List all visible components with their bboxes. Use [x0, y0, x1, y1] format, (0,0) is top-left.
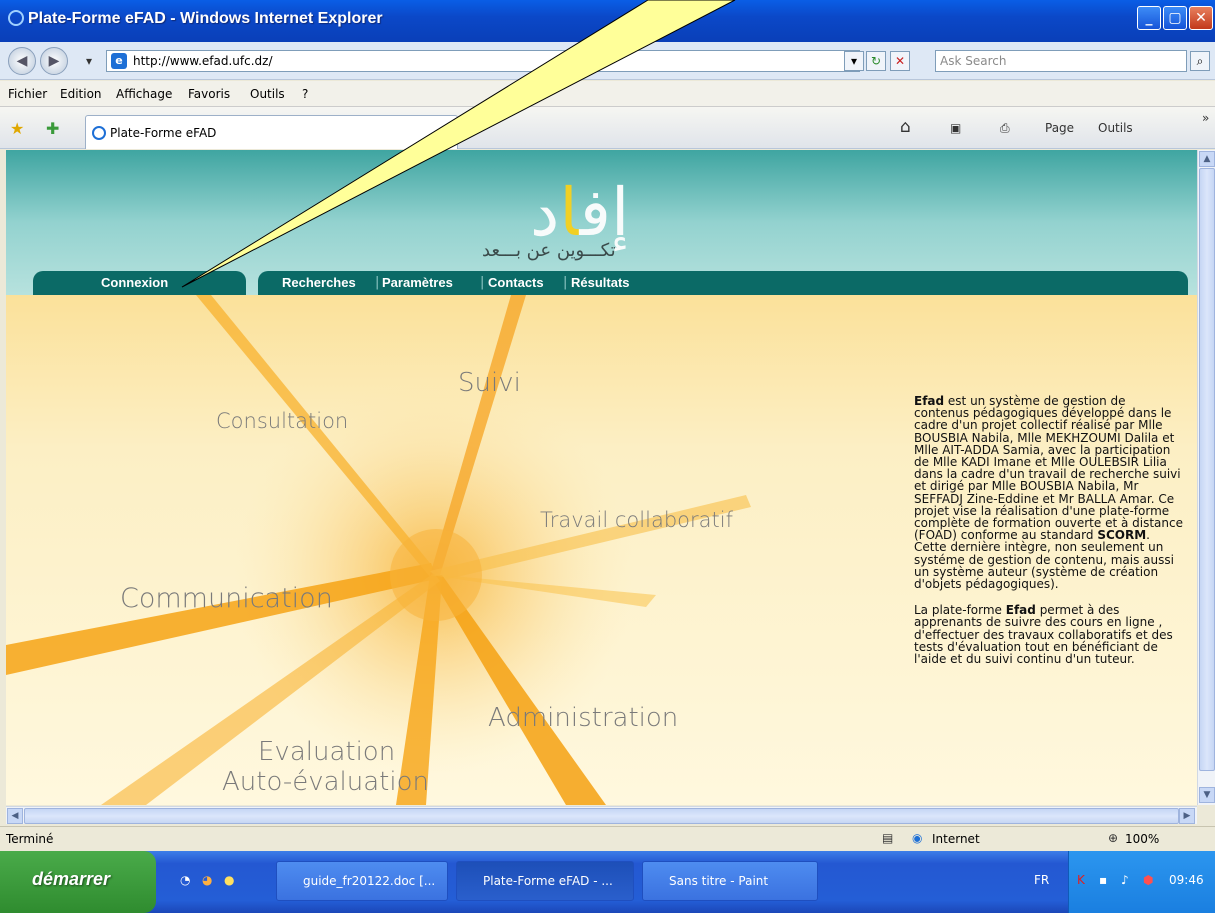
page-menu-button[interactable]: Page	[1045, 121, 1074, 135]
nav-parametres[interactable]: Paramètres	[382, 275, 453, 290]
page-body: Suivi Consultation Travail collaboratif …	[6, 295, 1197, 805]
quicklaunch-firefox-icon[interactable]: ◕	[202, 873, 212, 887]
status-text: Terminé	[6, 832, 54, 846]
nav-separator: |	[480, 275, 485, 290]
taskbar-paint[interactable]: Sans titre - Paint	[642, 861, 818, 901]
search-input[interactable]: Ask Search	[935, 50, 1187, 72]
zoom-icon: ⊕	[1108, 831, 1119, 845]
close-button[interactable]: ✕	[1189, 6, 1213, 30]
feeds-icon[interactable]: ▣	[950, 121, 961, 135]
quicklaunch-media-icon[interactable]: ●	[224, 873, 234, 887]
window-title: Plate-Forme eFAD - Windows Internet Expl…	[28, 10, 383, 27]
scroll-left-icon[interactable]: ◀	[7, 808, 23, 824]
print-icon[interactable]: ⎙	[1000, 121, 1010, 136]
title-bar: Plate-Forme eFAD - Windows Internet Expl…	[0, 0, 1215, 42]
description: Efad est un système de gestion de conten…	[914, 395, 1184, 679]
description-paragraph-1: Efad est un système de gestion de conten…	[914, 395, 1184, 590]
zone-label: Internet	[932, 832, 980, 846]
history-dropdown-icon[interactable]: ▾	[86, 54, 92, 68]
url-field[interactable]: e http://www.efad.ufc.dz/	[106, 50, 860, 72]
menu-edition[interactable]: Edition	[60, 87, 102, 101]
back-button[interactable]: ◀	[8, 47, 36, 75]
vertical-scrollbar[interactable]: ▲ ▼	[1197, 150, 1215, 805]
nav-left-bar: Connexion	[33, 271, 246, 295]
antivirus-icon[interactable]: K	[1077, 873, 1085, 887]
add-favorites-icon[interactable]: ✚	[46, 119, 59, 138]
url-text: http://www.efad.ufc.dz/	[133, 54, 273, 68]
volume-icon[interactable]: ♪	[1121, 873, 1129, 887]
home-icon[interactable]: ⌂	[900, 117, 911, 137]
nav-connexion[interactable]: Connexion	[101, 275, 168, 290]
logo-subtitle: تكـــوين عن بـــعد	[482, 240, 616, 261]
page-icon: e	[111, 53, 127, 69]
site-header: ﺇﻓﺎﺩ تكـــوين عن بـــعد Connexion Recher…	[6, 150, 1197, 295]
horizontal-scrollbar[interactable]: ◀ ▶	[6, 806, 1197, 824]
menu-help[interactable]: ?	[302, 87, 308, 101]
minimize-button[interactable]: _	[1137, 6, 1161, 30]
nav-right-bar: Recherches | Paramètres | Contacts | Rés…	[258, 271, 1188, 295]
desc1-text: est un système de gestion de contenus pé…	[914, 394, 1183, 543]
start-button[interactable]: démarrer	[0, 851, 156, 913]
label-auto-evaluation: Auto-évaluation	[222, 767, 429, 797]
forward-button[interactable]: ▶	[40, 47, 68, 75]
menu-favoris[interactable]: Favoris	[188, 87, 230, 101]
start-label: démarrer	[32, 869, 111, 889]
taskbar-ie[interactable]: Plate-Forme eFAD - ...	[456, 861, 634, 901]
label-communication: Communication	[120, 583, 333, 614]
nav-recherches[interactable]: Recherches	[282, 275, 356, 290]
scroll-down-icon[interactable]: ▼	[1199, 787, 1215, 803]
label-consultation: Consultation	[216, 409, 349, 433]
maximize-button[interactable]: ▢	[1163, 6, 1187, 30]
nav-resultats[interactable]: Résultats	[571, 275, 630, 290]
tab-title: Plate-Forme eFAD	[110, 126, 217, 140]
label-travail-collaboratif: Travail collaboratif	[540, 508, 733, 532]
clock: 09:46	[1169, 873, 1204, 887]
horizontal-scroll-thumb[interactable]	[24, 808, 1179, 824]
taskbar: démarrer ◔ ◕ ● guide_fr20122.doc [... Pl…	[0, 851, 1215, 913]
taskbar-guide-doc[interactable]: guide_fr20122.doc [...	[276, 861, 448, 901]
status-bar: Terminé ▤ ◉ Internet ⊕ 100%	[0, 826, 1215, 851]
tab-plate-forme-efad[interactable]: Plate-Forme eFAD	[85, 115, 458, 149]
system-tray: K ▪ ♪ ⬢ 09:46	[1068, 851, 1215, 913]
url-dropdown-button[interactable]: ▾	[844, 51, 864, 71]
address-bar: ◀ ▶ ▾ e http://www.efad.ufc.dz/ ▾ ↻ ✕ As…	[0, 42, 1215, 80]
menu-fichier[interactable]: Fichier	[8, 87, 47, 101]
menu-affichage[interactable]: Affichage	[116, 87, 172, 101]
security-icon[interactable]: ▤	[882, 831, 893, 845]
nav-separator: |	[563, 275, 568, 290]
rays-illustration	[6, 295, 751, 805]
description-paragraph-2: La plate-forme Efad permet à des apprena…	[914, 604, 1184, 665]
menu-bar: Fichier Edition Affichage Favoris Outils…	[0, 81, 1215, 107]
globe-icon: ◉	[912, 831, 923, 845]
more-chevron-icon[interactable]: »	[1202, 111, 1209, 125]
quicklaunch-ie-icon[interactable]: ◔	[180, 873, 190, 887]
label-administration: Administration	[488, 703, 679, 733]
tab-page-icon	[92, 126, 106, 140]
vertical-scroll-thumb[interactable]	[1199, 168, 1215, 771]
sun-core	[390, 529, 482, 621]
search-icon[interactable]: ⌕	[1190, 51, 1210, 71]
language-indicator[interactable]: FR	[1034, 873, 1049, 887]
tools-menu-button[interactable]: Outils	[1098, 121, 1133, 135]
label-evaluation: Evaluation	[258, 737, 396, 767]
menu-outils[interactable]: Outils	[250, 87, 285, 101]
scroll-right-icon[interactable]: ▶	[1179, 808, 1195, 824]
ie-window: Plate-Forme eFAD - Windows Internet Expl…	[0, 0, 1215, 913]
nav-separator: |	[375, 275, 380, 290]
refresh-button[interactable]: ↻	[866, 51, 886, 71]
ie-logo-icon	[8, 10, 24, 26]
page-content: ﺇﻓﺎﺩ تكـــوين عن بـــعد Connexion Recher…	[6, 150, 1197, 805]
zoom-level[interactable]: 100%	[1125, 832, 1159, 846]
security-shield-icon[interactable]: ⬢	[1143, 873, 1153, 887]
label-suivi: Suivi	[458, 368, 521, 398]
tab-bar: ★ ✚ Plate-Forme eFAD ⌂ ▣ ⎙ Page Outils »	[0, 107, 1215, 149]
nav-contacts[interactable]: Contacts	[488, 275, 544, 290]
scroll-up-icon[interactable]: ▲	[1199, 151, 1215, 167]
stop-button[interactable]: ✕	[890, 51, 910, 71]
favorites-star-icon[interactable]: ★	[10, 119, 24, 138]
network-icon[interactable]: ▪	[1099, 873, 1107, 887]
